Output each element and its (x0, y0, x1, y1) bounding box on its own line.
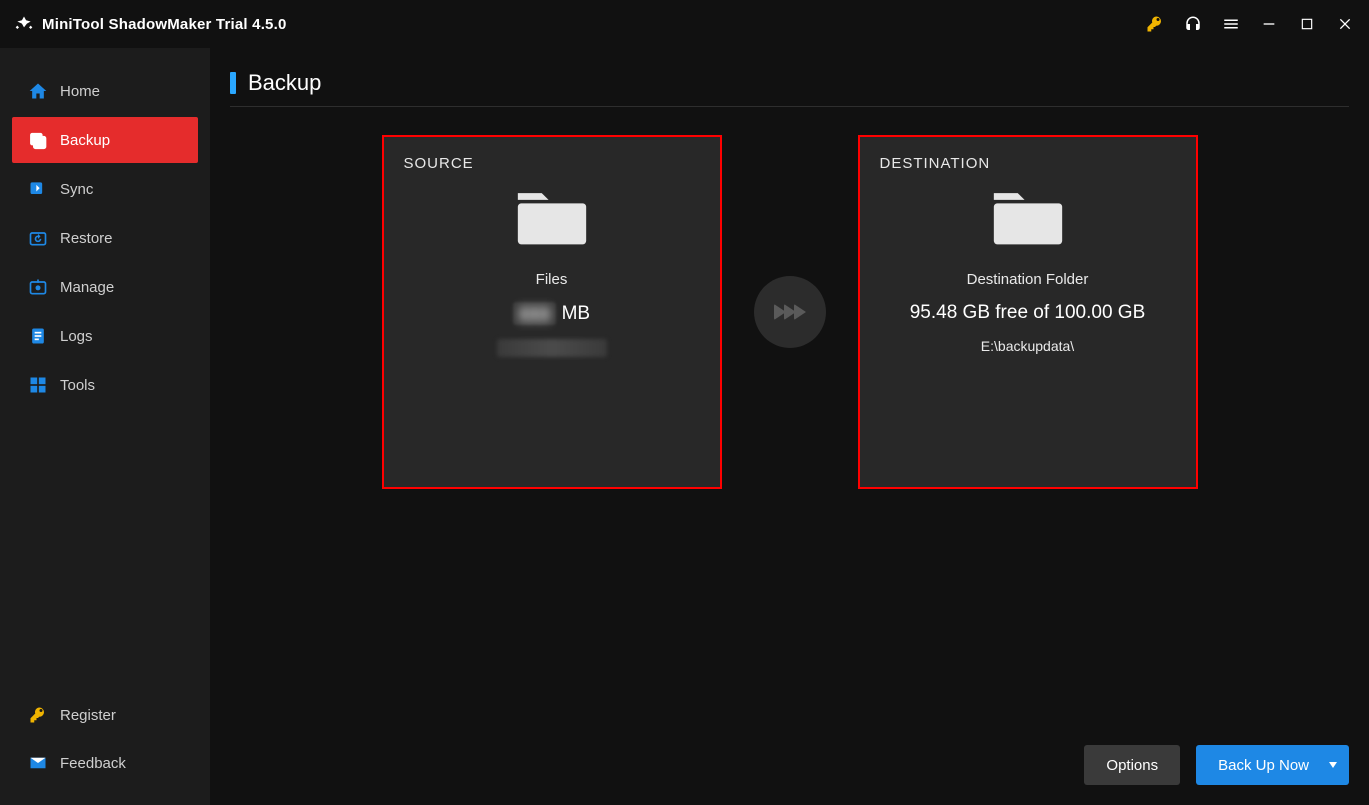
source-size-unit: MB (562, 303, 591, 324)
sidebar-item-label: Sync (60, 181, 93, 198)
manage-icon (28, 277, 48, 297)
app-title: MiniTool ShadowMaker Trial 4.5.0 (42, 16, 287, 33)
sidebar-item-label: Backup (60, 132, 110, 149)
sidebar-item-home[interactable]: Home (12, 68, 198, 114)
folder-icon (511, 182, 593, 257)
backup-now-button[interactable]: Back Up Now (1196, 745, 1349, 785)
sidebar-bottom: Register Feedback (12, 693, 198, 785)
maximize-icon[interactable] (1297, 14, 1317, 34)
sidebar-item-register[interactable]: Register (12, 693, 198, 737)
titlebar-actions (1145, 14, 1355, 34)
sidebar-item-sync[interactable]: Sync (12, 166, 198, 212)
app-logo-icon (14, 14, 34, 34)
sidebar-item-label: Manage (60, 279, 114, 296)
destination-heading: DESTINATION (880, 155, 991, 172)
sidebar-item-label: Register (60, 707, 116, 724)
logs-icon (28, 326, 48, 346)
backup-content: SOURCE Files ▮▮▮ MB (230, 107, 1349, 785)
header-accent-bar (230, 72, 236, 94)
menu-icon[interactable] (1221, 14, 1241, 34)
main: Backup SOURCE Files ▮▮▮ MB (210, 48, 1369, 805)
destination-folder-label: Destination Folder (967, 271, 1089, 288)
sidebar: Home Backup Sync Restore (0, 48, 210, 805)
footer-actions: Options Back Up Now (1084, 745, 1349, 785)
sidebar-item-label: Home (60, 83, 100, 100)
sidebar-item-label: Tools (60, 377, 95, 394)
tools-icon (28, 375, 48, 395)
restore-icon (28, 228, 48, 248)
source-size: ▮▮▮ MB (513, 302, 590, 325)
close-icon[interactable] (1335, 14, 1355, 34)
source-path-obscured (497, 339, 607, 360)
sidebar-item-manage[interactable]: Manage (12, 264, 198, 310)
source-size-value-obscured: ▮▮▮ (513, 302, 556, 325)
options-button[interactable]: Options (1084, 745, 1180, 785)
page-title: Backup (248, 70, 321, 96)
destination-card[interactable]: DESTINATION Destination Folder 95.48 GB … (858, 135, 1198, 489)
sidebar-item-logs[interactable]: Logs (12, 313, 198, 359)
folder-icon (987, 182, 1069, 257)
key-icon[interactable] (1145, 14, 1165, 34)
backup-icon (28, 130, 48, 150)
sidebar-item-restore[interactable]: Restore (12, 215, 198, 261)
sidebar-item-label: Logs (60, 328, 93, 345)
sidebar-item-backup[interactable]: Backup (12, 117, 198, 163)
sidebar-item-feedback[interactable]: Feedback (12, 741, 198, 785)
page-header: Backup (230, 70, 1349, 107)
source-type: Files (536, 271, 568, 288)
titlebar: MiniTool ShadowMaker Trial 4.5.0 (0, 0, 1369, 48)
sidebar-item-label: Feedback (60, 755, 126, 772)
arrow-indicator (754, 276, 826, 348)
sidebar-item-tools[interactable]: Tools (12, 362, 198, 408)
home-icon (28, 81, 48, 101)
register-icon (28, 706, 48, 724)
source-heading: SOURCE (404, 155, 474, 172)
source-card[interactable]: SOURCE Files ▮▮▮ MB (382, 135, 722, 489)
feedback-icon (28, 754, 48, 772)
caret-down-icon (1329, 762, 1337, 768)
minimize-icon[interactable] (1259, 14, 1279, 34)
sidebar-item-label: Restore (60, 230, 113, 247)
chevron-right-icon (794, 304, 806, 320)
sidebar-nav: Home Backup Sync Restore (12, 68, 198, 408)
destination-space: 95.48 GB free of 100.00 GB (910, 302, 1146, 324)
destination-path: E:\backupdata\ (981, 338, 1074, 354)
backup-now-label: Back Up Now (1218, 757, 1309, 774)
sync-icon (28, 179, 48, 199)
headset-icon[interactable] (1183, 14, 1203, 34)
